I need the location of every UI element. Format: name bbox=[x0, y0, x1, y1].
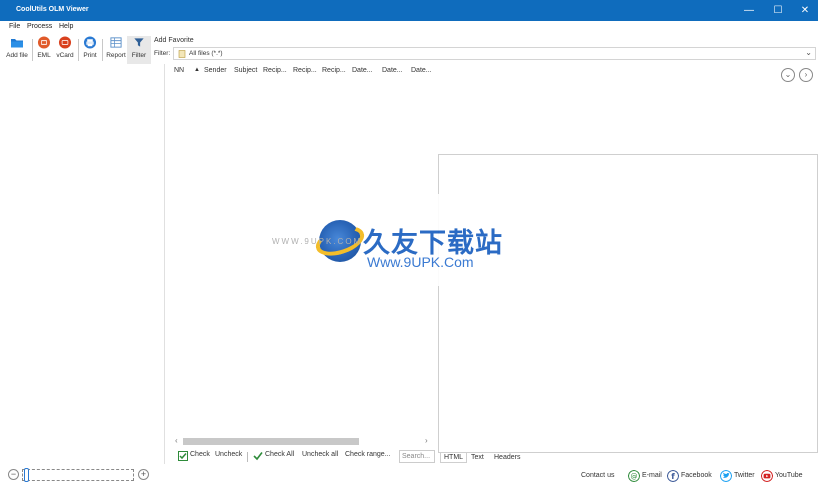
toolbar-separator bbox=[102, 39, 103, 61]
title-bar: CoolUtils OLM Viewer — ☐ ✕ bbox=[0, 0, 818, 21]
check-button[interactable]: Check bbox=[190, 451, 210, 458]
scroll-left-icon[interactable]: ‹ bbox=[175, 436, 178, 445]
svg-text:@: @ bbox=[631, 473, 638, 481]
facebook-icon: f bbox=[667, 470, 679, 482]
column-date-2[interactable]: Date... bbox=[382, 67, 403, 74]
column-nn[interactable]: NN bbox=[174, 67, 184, 74]
twitter-link[interactable]: Twitter bbox=[734, 472, 755, 479]
menu-bar: File Process Help bbox=[0, 21, 818, 34]
app-window: CoolUtils OLM Viewer — ☐ ✕ File Process … bbox=[0, 0, 818, 487]
print-icon bbox=[83, 36, 97, 49]
column-date-3[interactable]: Date... bbox=[411, 67, 432, 74]
folder-icon bbox=[11, 39, 23, 48]
filter-select[interactable]: All files (*.*) ⌄ bbox=[173, 47, 816, 60]
uncheck-all-button[interactable]: Uncheck all bbox=[302, 451, 338, 458]
vcard-button[interactable]: vCard bbox=[53, 36, 77, 64]
menu-file[interactable]: File bbox=[9, 23, 20, 30]
filter-label-text: Filter: bbox=[154, 50, 171, 57]
check-all-button[interactable]: Check All bbox=[265, 451, 294, 458]
zoom-out-icon[interactable]: − bbox=[8, 469, 19, 480]
toolbar: Add file EML vCard Print Report Filter bbox=[0, 34, 151, 64]
next-arrow-icon[interactable]: › bbox=[799, 68, 813, 82]
column-date-1[interactable]: Date... bbox=[352, 67, 373, 74]
email-icon: @ bbox=[628, 470, 640, 482]
horizontal-scrollbar[interactable]: ‹ › bbox=[173, 436, 435, 447]
vcard-label: vCard bbox=[56, 52, 74, 59]
zoom-track[interactable] bbox=[22, 469, 134, 481]
sort-arrow-icon[interactable]: ▲ bbox=[194, 67, 200, 73]
uncheck-button[interactable]: Uncheck bbox=[215, 451, 242, 458]
column-subject[interactable]: Subject bbox=[234, 67, 257, 74]
window-title: CoolUtils OLM Viewer bbox=[16, 6, 89, 13]
check-separator bbox=[247, 452, 248, 462]
tab-headers[interactable]: Headers bbox=[491, 453, 523, 462]
check-range-button[interactable]: Check range... bbox=[345, 451, 391, 458]
file-icon bbox=[178, 50, 186, 58]
close-button[interactable]: ✕ bbox=[790, 0, 818, 21]
zoom-control: − + bbox=[6, 468, 156, 484]
filter-value: All files (*.*) bbox=[189, 50, 223, 57]
eml-icon bbox=[37, 36, 51, 49]
zoom-in-icon[interactable]: + bbox=[138, 469, 149, 480]
watermark-small-url: WWW.9UPK.COM bbox=[272, 237, 363, 246]
twitter-icon bbox=[720, 470, 732, 482]
minimize-button[interactable]: — bbox=[734, 0, 764, 21]
maximize-button[interactable]: ☐ bbox=[763, 0, 793, 21]
youtube-link[interactable]: YouTube bbox=[775, 472, 803, 479]
filter-label: Filter bbox=[131, 52, 147, 59]
menu-help[interactable]: Help bbox=[59, 23, 73, 30]
print-label: Print bbox=[83, 52, 97, 59]
footer-links: Contact us @ E-mail f Facebook Twitter Y… bbox=[580, 469, 818, 485]
funnel-icon bbox=[134, 38, 144, 47]
youtube-icon bbox=[761, 470, 773, 482]
scrollbar-thumb[interactable] bbox=[183, 438, 359, 445]
column-recipient-3[interactable]: Recip... bbox=[322, 67, 346, 74]
folder-tree-panel[interactable] bbox=[0, 64, 165, 464]
contact-us-link[interactable]: Contact us bbox=[581, 472, 614, 479]
add-file-button[interactable]: Add file bbox=[5, 36, 29, 64]
chevron-down-icon: ⌄ bbox=[805, 48, 812, 57]
tab-text[interactable]: Text bbox=[468, 453, 487, 462]
tab-html[interactable]: HTML bbox=[440, 453, 468, 463]
report-label: Report bbox=[106, 52, 126, 59]
filter-button[interactable]: Filter bbox=[127, 36, 151, 64]
report-button[interactable]: Report bbox=[104, 36, 128, 64]
report-icon bbox=[110, 37, 122, 48]
check-icon bbox=[178, 451, 188, 461]
column-sender[interactable]: Sender bbox=[204, 67, 227, 74]
facebook-link[interactable]: Facebook bbox=[681, 472, 712, 479]
email-link[interactable]: E-mail bbox=[642, 472, 662, 479]
print-button[interactable]: Print bbox=[78, 36, 102, 64]
column-recipient-1[interactable]: Recip... bbox=[263, 67, 287, 74]
message-list-header: NN ▲ Sender Subject Recip... Recip... Re… bbox=[171, 64, 441, 78]
svg-text:f: f bbox=[671, 472, 675, 481]
watermark-url: Www.9UPK.Com bbox=[367, 254, 474, 270]
vcard-icon bbox=[58, 36, 72, 49]
check-toolbar: Check Uncheck Check All Uncheck all Chec… bbox=[176, 450, 438, 464]
watermark-overlay: WWW.9UPK.COM 久友下载站 Www.9UPK.Com bbox=[272, 194, 523, 286]
check-all-icon bbox=[253, 452, 263, 461]
column-recipient-2[interactable]: Recip... bbox=[293, 67, 317, 74]
search-input[interactable]: Search... bbox=[399, 450, 435, 463]
add-file-label: Add file bbox=[6, 52, 28, 59]
collapse-down-icon[interactable]: ⌄ bbox=[781, 68, 795, 82]
menu-process[interactable]: Process bbox=[27, 23, 52, 30]
zoom-slider-handle[interactable] bbox=[24, 468, 29, 482]
scroll-right-icon[interactable]: › bbox=[425, 436, 428, 445]
add-favorite-link[interactable]: Add Favorite bbox=[154, 37, 194, 44]
